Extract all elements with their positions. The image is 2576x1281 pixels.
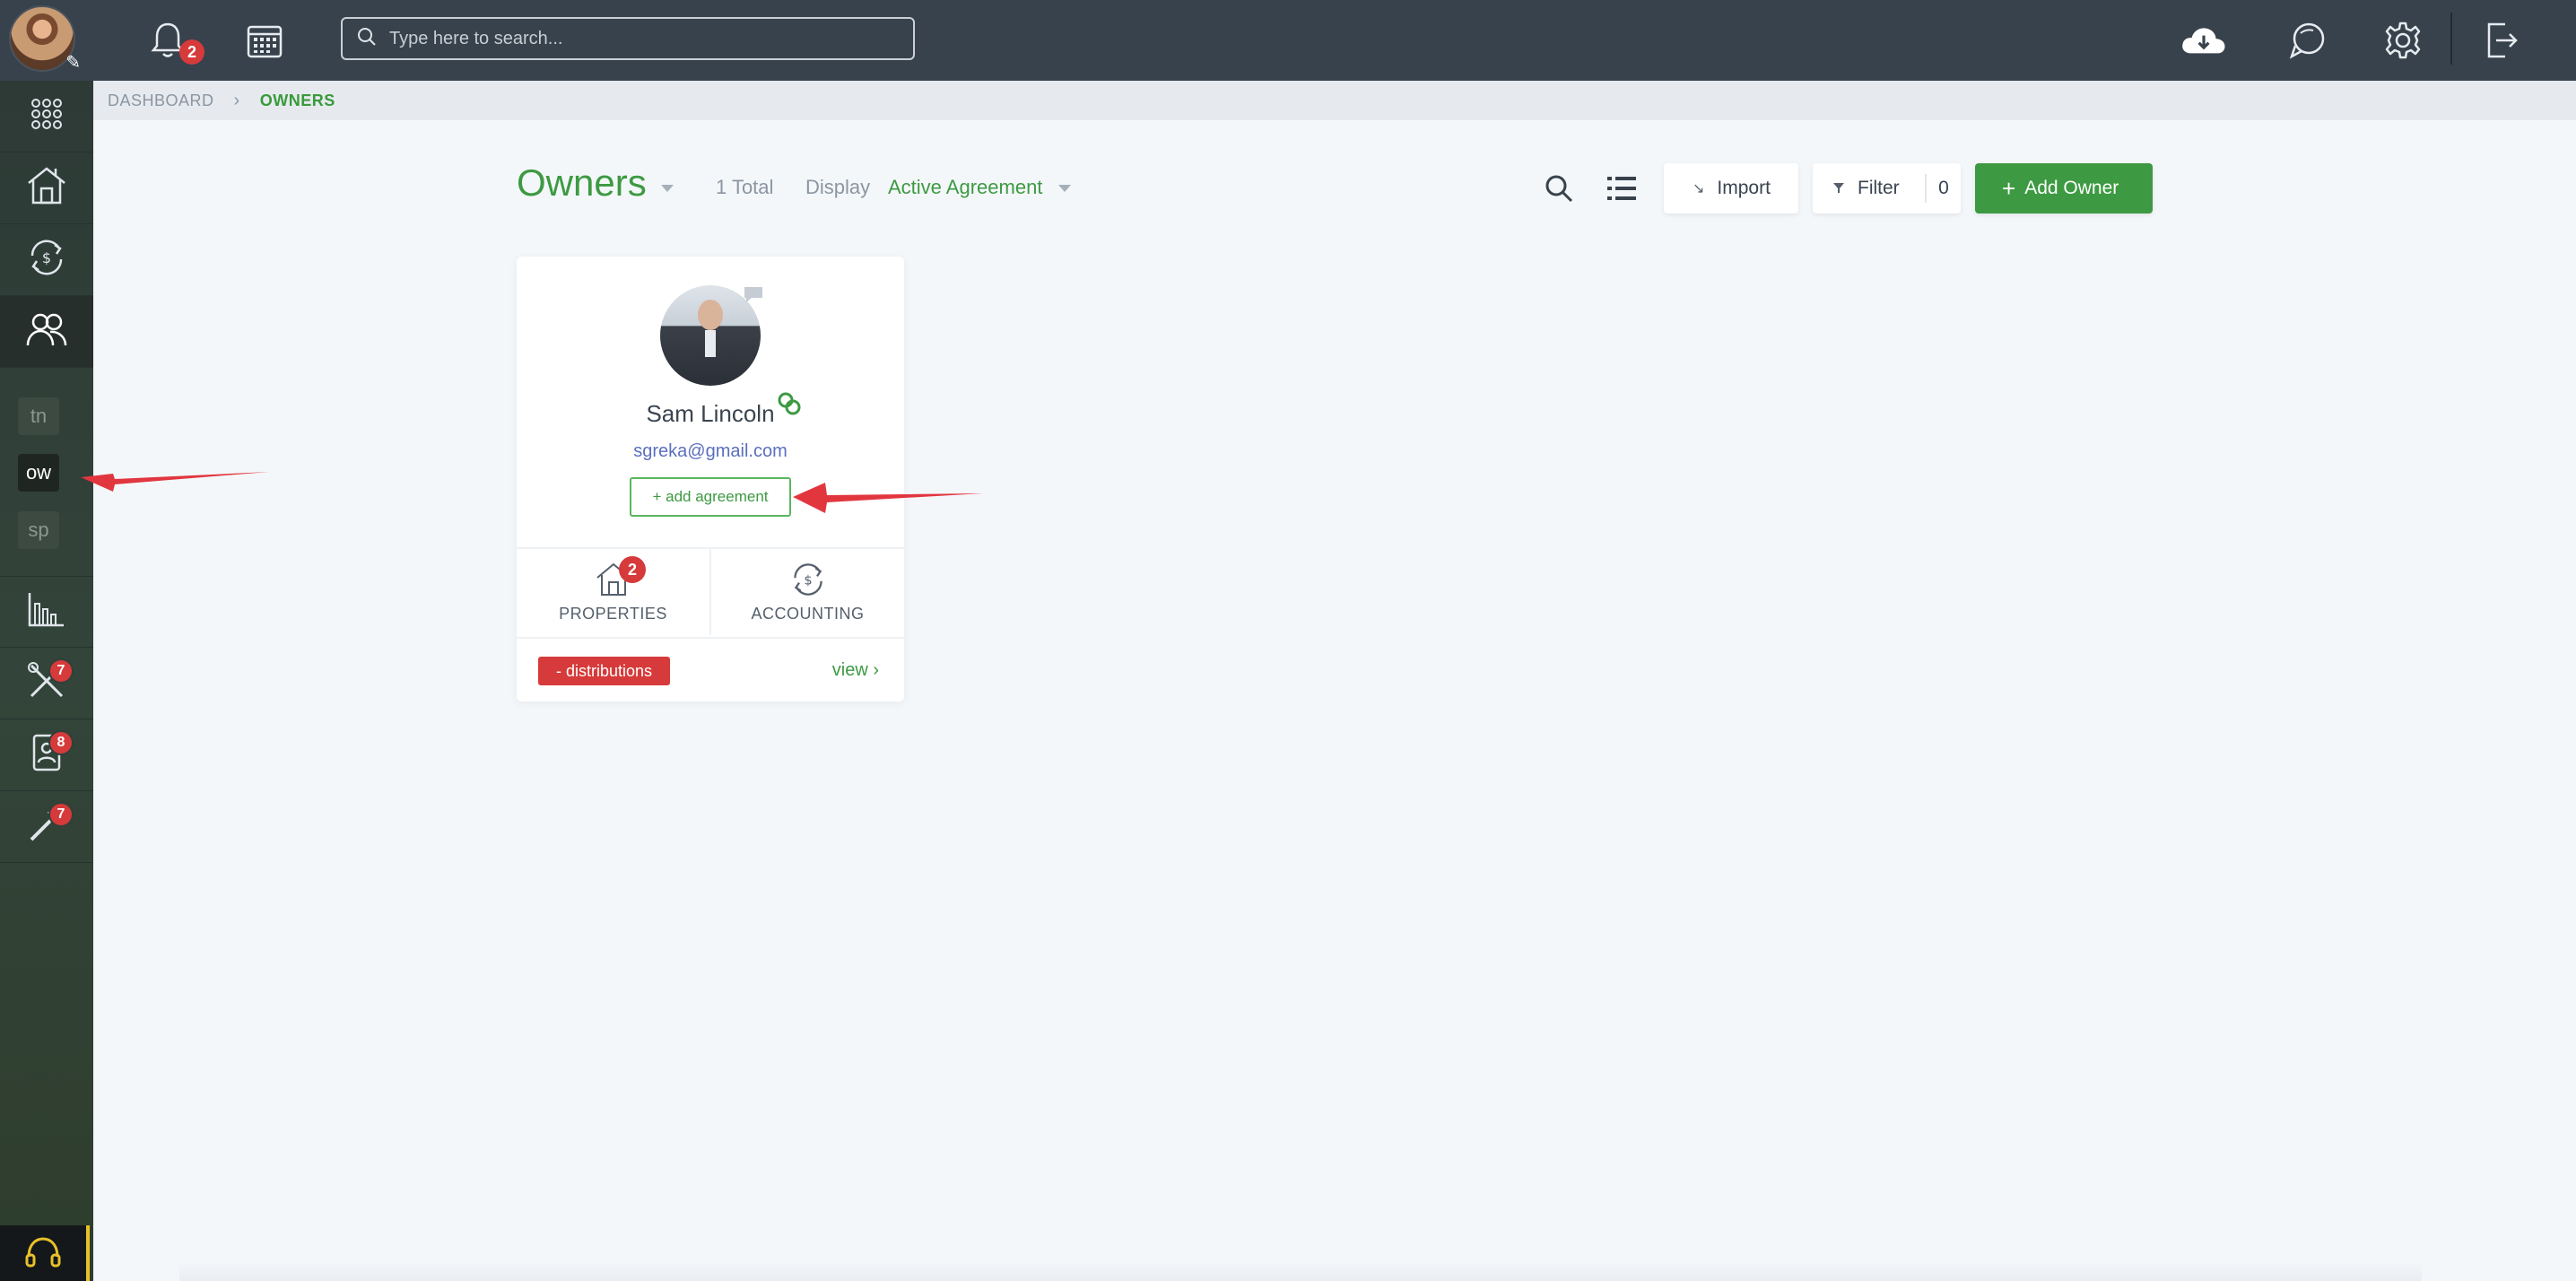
- owner-avatar-shirt: [705, 330, 716, 357]
- accounting-tab[interactable]: $ ACCOUNTING: [711, 549, 904, 635]
- accounting-icon: $: [27, 238, 66, 282]
- add-agreement-button[interactable]: + add agreement: [630, 477, 791, 517]
- sidebar-item-accounting[interactable]: $: [0, 224, 93, 296]
- breadcrumb: DASHBOARD › OWNERS: [93, 81, 2576, 120]
- filter-label: Filter: [1858, 178, 1900, 198]
- sidebar-item-people[interactable]: [0, 296, 93, 368]
- properties-icon: [25, 165, 68, 211]
- applications-badge: 8: [48, 730, 74, 755]
- support-button[interactable]: [0, 1225, 90, 1281]
- properties-label: PROPERTIES: [559, 605, 667, 623]
- filter-count: 0: [1938, 178, 1949, 198]
- total-count: 1 Total: [716, 176, 774, 198]
- properties-tab[interactable]: 2 PROPERTIES: [517, 549, 709, 635]
- sidebar-item-owners[interactable]: ow: [18, 454, 59, 492]
- accounting-label: ACCOUNTING: [751, 605, 865, 623]
- sidebar-item-properties[interactable]: [0, 152, 93, 224]
- distributions-badge[interactable]: - distributions: [538, 657, 671, 685]
- breadcrumb-dashboard[interactable]: DASHBOARD: [108, 92, 214, 110]
- plus-icon: +: [2002, 175, 2016, 202]
- search-icon[interactable]: [1541, 170, 1577, 206]
- sidebar-item-reports[interactable]: [0, 576, 93, 648]
- logout-icon[interactable]: [2477, 16, 2526, 65]
- pin-icon[interactable]: ✎: [65, 51, 81, 74]
- owner-email[interactable]: sgreka@gmail.com: [517, 441, 904, 462]
- import-label: Import: [1717, 178, 1771, 198]
- chevron-right-icon: ›: [873, 660, 879, 680]
- sidebar-item-service-pros[interactable]: sp: [18, 511, 59, 549]
- chevron-right-icon: ›: [233, 90, 240, 110]
- link-icon[interactable]: [777, 391, 802, 421]
- svg-text:$: $: [42, 249, 51, 266]
- display-label: Display: [805, 176, 871, 198]
- filter-divider: [1925, 174, 1927, 203]
- properties-badge: 2: [619, 556, 646, 583]
- notifications-badge: 2: [179, 39, 205, 65]
- reports-icon: [26, 591, 67, 633]
- breadcrumb-owners: OWNERS: [259, 91, 335, 109]
- user-avatar[interactable]: ✎: [9, 5, 81, 75]
- owner-avatar-face: [698, 300, 723, 330]
- chat-icon[interactable]: [2284, 16, 2332, 65]
- topbar-divider: [2450, 13, 2452, 65]
- accounting-icon: $: [711, 562, 904, 597]
- list-view-icon[interactable]: [1604, 170, 1640, 206]
- sidebar-item-maintenance[interactable]: 7: [0, 648, 93, 719]
- tools-badge: 7: [48, 802, 74, 827]
- headset-icon: [23, 1233, 63, 1274]
- cloud-download-icon[interactable]: [2180, 16, 2228, 65]
- card-divider-bottom: [517, 637, 904, 639]
- sidebar: $ tn ow sp 7 8 7: [0, 81, 93, 1281]
- annotation-arrow-agreement-icon: [793, 483, 983, 513]
- add-owner-label: Add Owner: [2024, 178, 2119, 198]
- view-label: view: [831, 660, 868, 680]
- filter-icon: [1832, 178, 1845, 199]
- gear-icon[interactable]: [2379, 16, 2427, 65]
- search-bar[interactable]: [341, 17, 915, 60]
- maintenance-badge: 7: [48, 658, 74, 684]
- add-owner-button[interactable]: + Add Owner: [1975, 163, 2153, 214]
- apps-grid-icon: [29, 96, 65, 136]
- import-icon: ↘: [1693, 181, 1705, 196]
- title-chevron-down-icon[interactable]: [661, 185, 674, 192]
- import-button[interactable]: ↘ Import: [1664, 163, 1798, 214]
- properties-icon: [517, 562, 709, 597]
- search-input[interactable]: [389, 28, 892, 49]
- svg-text:$: $: [804, 573, 812, 588]
- owner-name[interactable]: Sam Lincoln: [517, 400, 904, 428]
- view-link[interactable]: view ›: [832, 660, 879, 681]
- people-icon: [25, 309, 68, 353]
- display-select[interactable]: Active Agreement: [888, 176, 1042, 199]
- filter-button[interactable]: Filter 0: [1813, 163, 1961, 214]
- message-icon[interactable]: [741, 283, 766, 309]
- footer-shadow: [179, 1261, 2422, 1281]
- calendar-icon[interactable]: [240, 16, 289, 65]
- display-chevron-down-icon[interactable]: [1058, 185, 1071, 192]
- sidebar-item-tenants[interactable]: tn: [18, 397, 59, 435]
- bell-icon[interactable]: 2: [144, 16, 205, 65]
- top-bar: ✎ 2: [0, 0, 2576, 81]
- sidebar-item-applications[interactable]: 8: [0, 719, 93, 791]
- sidebar-item-tools[interactable]: 7: [0, 791, 93, 863]
- search-icon: [357, 27, 377, 51]
- page-title[interactable]: Owners: [517, 161, 647, 205]
- sidebar-item-apps[interactable]: [0, 81, 93, 152]
- annotation-arrow-sidebar-icon: [81, 472, 269, 492]
